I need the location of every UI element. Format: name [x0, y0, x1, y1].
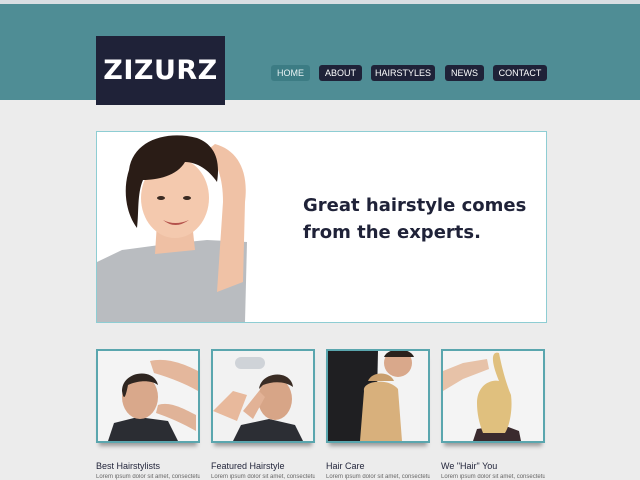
feature-thumb-best-hairstylists[interactable] — [96, 349, 200, 443]
headline-line-1: Great hairstyle comes — [303, 195, 527, 216]
nav-home[interactable]: HOME — [271, 65, 310, 81]
feature-title-we-hair-you[interactable]: We "Hair" You — [441, 461, 551, 471]
nav-about[interactable]: ABOUT — [319, 65, 362, 81]
feature-title-hair-care[interactable]: Hair Care — [326, 461, 436, 471]
hair-care-image — [328, 351, 428, 441]
feature-thumb-featured-hairstyle[interactable] — [211, 349, 315, 443]
feature-title-featured-hairstyle[interactable]: Featured Hairstyle — [211, 461, 321, 471]
feature-text-hair-care: Lorem ipsum dolor sit amet, consectetur — [326, 474, 430, 480]
nav-news[interactable]: NEWS — [445, 65, 484, 81]
main-nav: HOME ABOUT HAIRSTYLES NEWS CONTACT — [0, 65, 640, 81]
hero-headline: Great hairstyle comes from the experts. — [303, 192, 533, 246]
feature-text-best-hairstylists: Lorem ipsum dolor sit amet, consectetur — [96, 474, 200, 480]
nav-about-label: ABOUT — [324, 68, 356, 78]
hair-dryer-image — [213, 351, 313, 441]
feature-text-we-hair-you: Lorem ipsum dolor sit amet, consectetur — [441, 474, 545, 480]
feature-thumb-hair-care[interactable] — [326, 349, 430, 443]
nav-home-label: HOME — [277, 68, 304, 78]
nav-hairstyles[interactable]: HAIRSTYLES — [371, 65, 435, 81]
stylist-cutting-image — [98, 351, 198, 441]
blonde-woman-image — [443, 351, 543, 441]
nav-hairstyles-label: HAIRSTYLES — [374, 68, 432, 78]
feature-title-best-hairstylists[interactable]: Best Hairstylists — [96, 461, 206, 471]
nav-contact[interactable]: CONTACT — [493, 65, 547, 81]
nav-contact-label: CONTACT — [498, 68, 542, 78]
hero-woman-image — [97, 132, 267, 322]
hero-banner: Great hairstyle comes from the experts. — [96, 131, 547, 323]
nav-news-label: NEWS — [451, 68, 478, 78]
headline-line-2: from the experts. — [303, 222, 481, 243]
feature-text-featured-hairstyle: Lorem ipsum dolor sit amet, consectetur — [211, 474, 315, 480]
feature-thumb-we-hair-you[interactable] — [441, 349, 545, 443]
